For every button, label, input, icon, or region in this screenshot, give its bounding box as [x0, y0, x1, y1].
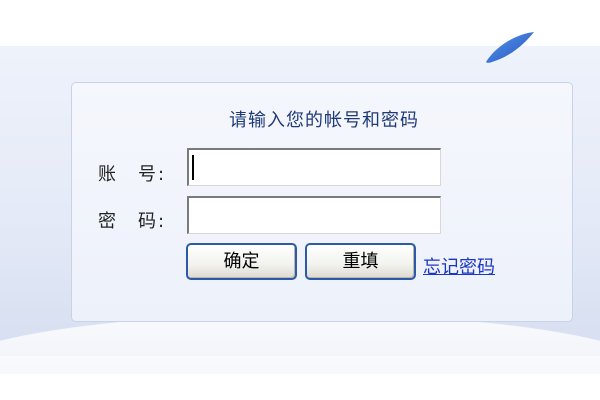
- text-caret: [192, 155, 194, 180]
- login-title: 请输入您的帐号和密码: [229, 110, 419, 131]
- account-label-char-2: 号: [138, 164, 156, 185]
- confirm-button[interactable]: 确定: [186, 243, 297, 280]
- swoosh-logo-icon: [486, 32, 534, 63]
- password-label-char-2: 码: [138, 211, 156, 232]
- forgot-password-link[interactable]: 忘记密码: [423, 253, 495, 279]
- account-label: 账 号:: [98, 160, 164, 186]
- password-label-colon: :: [158, 211, 165, 232]
- password-label: 密 码:: [98, 207, 164, 233]
- login-page: 请输入您的帐号和密码 账 号: 密 码: 确定 重填 忘记密码: [0, 0, 600, 400]
- account-label-char-1: 账: [98, 164, 116, 185]
- account-input[interactable]: [187, 148, 441, 186]
- account-label-colon: :: [158, 164, 165, 185]
- reset-button[interactable]: 重填: [305, 243, 416, 280]
- password-input[interactable]: [187, 196, 441, 234]
- password-label-char-1: 密: [98, 211, 116, 232]
